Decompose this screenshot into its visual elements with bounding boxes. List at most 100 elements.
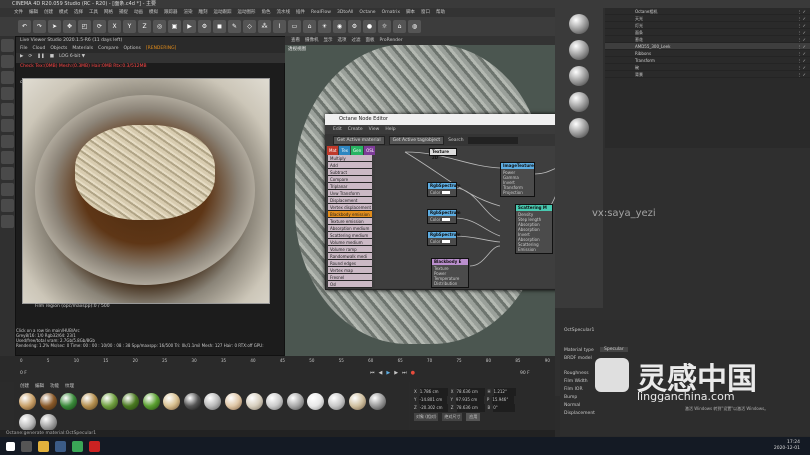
material-swatch[interactable] [60, 393, 78, 410]
subdivision-icon[interactable]: ◇ [243, 20, 256, 33]
object-row[interactable]: 天光 ⋮ ✓ [605, 15, 810, 22]
octane-material-icon[interactable]: ● [363, 20, 376, 33]
taskbar-date[interactable]: 2020-12-01 [774, 446, 800, 452]
menu-file[interactable]: 文件 [14, 8, 23, 17]
material-swatch[interactable] [142, 393, 160, 410]
material-swatch[interactable] [19, 393, 36, 410]
size-z-field[interactable]: 78.636 cm [456, 404, 485, 412]
list-item[interactable]: Fresnel [328, 274, 372, 281]
ne-menu-create[interactable]: Create [348, 125, 363, 134]
list-item[interactable]: Vertex displacement [328, 204, 372, 211]
pen-icon[interactable]: ✎ [228, 20, 241, 33]
windows-start-icon[interactable] [6, 441, 15, 451]
polygons-mode-icon[interactable] [1, 103, 14, 116]
apply-button[interactable]: 应用 [466, 413, 481, 421]
list-item[interactable]: Vertex map [328, 267, 372, 274]
object-row[interactable]: AMD55_300_Leek ⋮ ✓ [605, 43, 810, 50]
size-y-field[interactable]: 97.935 cm [455, 396, 484, 404]
visibility-icon[interactable]: ⋮ ✓ [797, 22, 806, 28]
object-row[interactable]: Transform ⋮ ✓ [605, 57, 810, 64]
tab-mat[interactable]: Mat [327, 146, 339, 155]
cinema4d-icon[interactable] [55, 440, 66, 452]
menu-tracker[interactable]: 跟踪器 [164, 8, 178, 17]
tab-tex[interactable]: Tex [339, 146, 351, 155]
go-start-icon[interactable]: ⏮ [370, 370, 375, 376]
visibility-icon[interactable]: ⋮ ✓ [797, 64, 806, 70]
lv-menu-options[interactable]: Options [123, 45, 140, 53]
current-frame[interactable]: 0 F [20, 371, 27, 376]
list-item[interactable]: Osl [328, 281, 372, 288]
object-row[interactable]: 灯光 ⋮ ✓ [605, 22, 810, 29]
menu-simulate[interactable]: 模拟 [149, 8, 158, 17]
menu-octane[interactable]: Octane [359, 8, 375, 17]
material-swatch[interactable] [327, 393, 345, 410]
rotation-p-field[interactable]: 15.946° [492, 396, 515, 404]
go-end-icon[interactable]: ⏭ [402, 370, 407, 376]
camera-icon[interactable]: ⌂ [303, 20, 316, 33]
menu-animate[interactable]: 动画 [134, 8, 143, 17]
position-x-field[interactable]: 1.786 cm [419, 388, 448, 396]
ne-menu-help[interactable]: Help [385, 125, 395, 134]
record-icon[interactable]: ● [411, 370, 415, 376]
vp-menu-filter[interactable]: 过滤 [352, 36, 361, 45]
vp-menu-prorender[interactable]: ProRender [380, 36, 403, 45]
lv-send-icon[interactable]: ▶ [20, 53, 23, 63]
material-swatch[interactable] [101, 393, 119, 410]
material-swatch[interactable] [19, 414, 36, 431]
material-preview[interactable] [569, 92, 589, 112]
next-frame-icon[interactable]: ▶ [394, 370, 398, 376]
menu-tools[interactable]: 工具 [89, 8, 98, 17]
list-item[interactable]: Subtract [328, 169, 372, 176]
rgb-spectrum-node-2[interactable]: RgbSpectrum Color [427, 209, 461, 224]
menu-plugins[interactable]: 插件 [296, 8, 305, 17]
list-item[interactable]: Multiply [328, 155, 372, 162]
list-item[interactable]: Scattering medium [328, 232, 372, 239]
material-swatch[interactable] [80, 393, 98, 410]
grid-icon[interactable] [1, 199, 14, 212]
visibility-icon[interactable]: ⋮ ✓ [797, 36, 806, 42]
menu-pipeline[interactable]: 流水线 [277, 8, 291, 17]
list-item[interactable]: Round edges [328, 260, 372, 267]
browser-icon[interactable] [72, 440, 83, 452]
size-x-field[interactable]: 78.636 cm [456, 388, 485, 396]
material-swatch[interactable] [39, 414, 57, 431]
edges-mode-icon[interactable] [1, 87, 14, 100]
object-row[interactable]: Octane相机 ⋮ ✓ [605, 8, 810, 15]
undo-icon[interactable]: ↶ [18, 20, 31, 33]
redo-icon[interactable]: ↷ [33, 20, 46, 33]
get-active-tag-button[interactable]: Get Active tag/object [388, 135, 445, 145]
ne-menu-view[interactable]: View [369, 125, 380, 134]
move-icon[interactable]: ✥ [63, 20, 76, 33]
vp-menu-camera[interactable]: 摄像机 [305, 36, 319, 45]
material-preview[interactable] [569, 40, 589, 60]
scattering-medium-node[interactable]: Scattering M Density Step length Absorpt… [515, 204, 553, 254]
position-y-field[interactable]: -14.801 cm [419, 396, 448, 404]
texture2d-node[interactable]: Texture 2D [429, 148, 457, 160]
list-item[interactable]: Volume medium [328, 239, 372, 246]
tweak-icon[interactable] [1, 135, 14, 148]
color-swatch[interactable] [441, 240, 450, 243]
model-mode-icon[interactable] [1, 39, 14, 52]
lv-pause-icon[interactable]: ❚❚ [37, 53, 45, 63]
menu-sculpt[interactable]: 雕刻 [199, 8, 208, 17]
visibility-icon[interactable]: ⋮ ✓ [797, 8, 806, 14]
list-item[interactable]: Compare [328, 176, 372, 183]
list-item[interactable]: Displacement [328, 197, 372, 204]
end-frame[interactable]: 90 F [520, 371, 530, 376]
material-swatch[interactable] [369, 393, 387, 410]
object-row[interactable]: 面条 ⋮ ✓ [605, 29, 810, 36]
object-row[interactable]: Ribbons ⋮ ✓ [605, 50, 810, 57]
select-icon[interactable]: ➤ [48, 20, 61, 33]
render-icon[interactable]: ▶ [183, 20, 196, 33]
menu-script[interactable]: 脚本 [406, 8, 415, 17]
cube-icon[interactable]: ◼ [213, 20, 226, 33]
render-settings-icon[interactable]: ⚙ [198, 20, 211, 33]
material-preview[interactable] [569, 66, 589, 86]
rotation-h-field[interactable]: 1.212° [493, 388, 516, 396]
color-swatch[interactable] [441, 218, 450, 221]
material-preview[interactable] [569, 118, 589, 138]
lv-menu-file[interactable]: File [20, 45, 28, 53]
recorder-icon[interactable] [89, 440, 100, 452]
blackbody-emission-node[interactable]: Blackbody E Texture Power Temperature Di… [431, 258, 469, 288]
vp-menu-panel[interactable]: 面板 [366, 36, 375, 45]
